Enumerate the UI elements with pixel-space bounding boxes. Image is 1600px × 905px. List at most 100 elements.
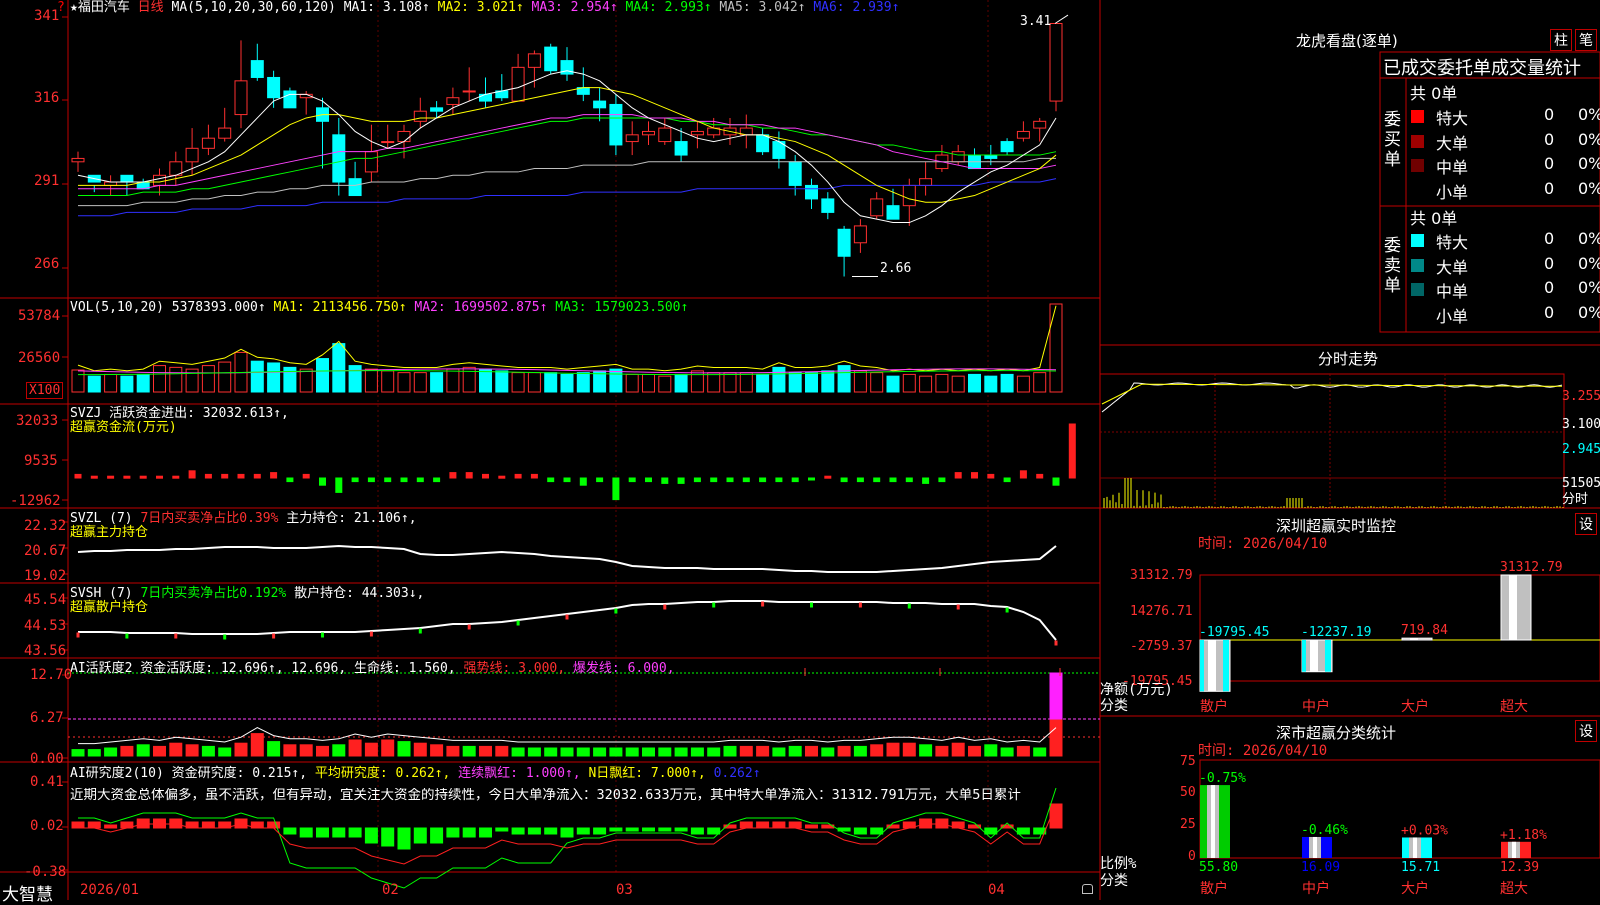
bar-mode-button[interactable]: 柱: [1550, 29, 1572, 51]
volume-bar-down: [120, 375, 134, 393]
svzj-bar: [204, 473, 212, 479]
ai2-bar: [1049, 803, 1063, 829]
svzj-bar: [971, 472, 978, 479]
svzj-bar: [384, 477, 392, 483]
vol-unit-badge[interactable]: X100: [26, 382, 64, 399]
period-label[interactable]: 日线: [138, 0, 164, 15]
ai1-ytick: 0.00: [30, 751, 64, 767]
monitor-category-label: 散户: [1200, 699, 1228, 715]
svzj-bar: [319, 477, 326, 486]
svzj-bar: [270, 472, 278, 479]
svsh-tick: [858, 602, 862, 608]
volume-bar-up: [511, 372, 525, 393]
candle-body-down: [1000, 141, 1014, 153]
sell-total: 共 0单: [1410, 209, 1458, 228]
lock-icon[interactable]: [1082, 884, 1093, 894]
xaxis-label: 04: [988, 882, 1005, 898]
ai1-bar: [919, 744, 933, 757]
buy-name: 大单: [1436, 133, 1469, 153]
ai1-activity: AI活跃度2 资金活跃度: 12.696↑, 12.696, 生命线: 1.56…: [70, 661, 456, 676]
ai1-bar: [756, 745, 770, 757]
volume-bar-down: [250, 360, 264, 393]
candle-body-up: [413, 110, 427, 122]
svzj-bar: [824, 475, 832, 479]
volume-bar-up: [625, 373, 639, 393]
svzj-bar: [416, 477, 424, 483]
candle-body-down: [756, 134, 770, 153]
ai2-bar: [625, 827, 639, 832]
brand-logo: 大智慧: [2, 885, 53, 905]
classify-category-label: 中户: [1302, 881, 1330, 897]
candle-body-down: [479, 93, 492, 102]
svzj-bar: [612, 477, 620, 501]
ai1-bar: [527, 747, 541, 757]
classify-change-label: +1.18%: [1500, 828, 1547, 843]
monitor-settings-button[interactable]: 设: [1575, 513, 1597, 535]
volume-bar-up: [299, 368, 313, 393]
monitor-value-label: 719.84: [1401, 623, 1448, 638]
volume-bar-down: [87, 375, 101, 393]
ai1-bar: [413, 742, 427, 757]
ai2-bar: [348, 827, 362, 838]
ai1-bar: [935, 745, 949, 757]
classify-category-label: 散户: [1200, 881, 1228, 897]
buy-swatch: [1411, 159, 1424, 172]
ai2-bar: [658, 827, 672, 832]
svzj-bar: [514, 473, 522, 479]
monitor-value-label: -12237.19: [1301, 625, 1371, 640]
intraday-title: 分时走势: [1318, 350, 1379, 368]
sell-count: 0: [1544, 278, 1555, 297]
candle-body-down: [984, 154, 998, 159]
ai1-bar: [788, 745, 802, 757]
sell-pct: 0%: [1578, 253, 1600, 273]
classify-axis-note2: 分类: [1100, 873, 1128, 889]
candle-body-up: [397, 130, 411, 143]
volume-bar-up: [642, 373, 655, 393]
ai1-bar: [1016, 745, 1030, 757]
monitor-category-label: 超大: [1500, 699, 1528, 715]
ma3-label: MA3: 2.954↑: [531, 0, 618, 15]
svzj-bar: [367, 477, 375, 483]
ai1-bar: [690, 747, 704, 757]
candle-body-up: [511, 66, 525, 102]
volume-bar-up: [169, 366, 183, 393]
buy-count: 0: [1544, 105, 1555, 124]
ai1-bar: [201, 745, 215, 757]
volume-bar-down: [136, 373, 150, 393]
classify-bar-highlight: [1313, 836, 1317, 858]
volume-bar-up: [690, 370, 704, 393]
candle-body-up: [625, 134, 639, 143]
svsh-position: 散户持仓: 44.303↓,: [294, 586, 425, 601]
svzl-ytick: 20.67: [24, 543, 67, 559]
classify-title: 深市超赢分类统计: [1276, 724, 1397, 742]
classify-change-label: -0.46%: [1301, 823, 1348, 838]
candle-body-down: [674, 141, 688, 156]
classify-date: 时间: 2026/04/10: [1198, 743, 1328, 759]
svzj-bar: [482, 473, 489, 479]
stroke-mode-button[interactable]: 笔: [1575, 29, 1597, 51]
ai1-ytick: 6.27: [30, 710, 64, 726]
svsh-tick: [125, 633, 129, 639]
ai1-bar: [707, 747, 721, 757]
svzj-bar: [302, 473, 310, 479]
ai1-bar: [805, 745, 818, 757]
ai1-bar: [136, 744, 150, 757]
svzj-bar: [139, 475, 147, 479]
ma1-label: MA1: 3.108↑: [343, 0, 430, 15]
svsh-header: SVSH (7) 7日内买卖净占比0.192% 散户持仓: 44.303↓,: [70, 587, 424, 601]
svsh-tick: [565, 614, 569, 620]
classify-settings-button[interactable]: 设: [1575, 720, 1597, 742]
ai2-bar: [642, 827, 655, 832]
svzj-bar: [237, 473, 245, 479]
sell-name: 特大: [1436, 233, 1469, 252]
ai2-bar: [1016, 827, 1030, 835]
ai2-header: AI研究度2(10) 资金研究度: 0.215↑, 平均研究度: 0.262↑,…: [70, 767, 761, 781]
svsh-tick: [369, 631, 373, 637]
classify-change-label: +0.03%: [1401, 823, 1448, 838]
ai2-bar: [332, 827, 346, 838]
classify-ytick: 25: [1180, 817, 1196, 832]
volume-bar-up: [707, 372, 721, 393]
volume-bar-down: [968, 373, 981, 393]
kline-chart-canvas[interactable]: -19795.45 -12237.19 719.84 31312.79 -0.75% 55…: [0, 0, 1600, 900]
svsh-ytick: 44.53: [24, 618, 67, 634]
